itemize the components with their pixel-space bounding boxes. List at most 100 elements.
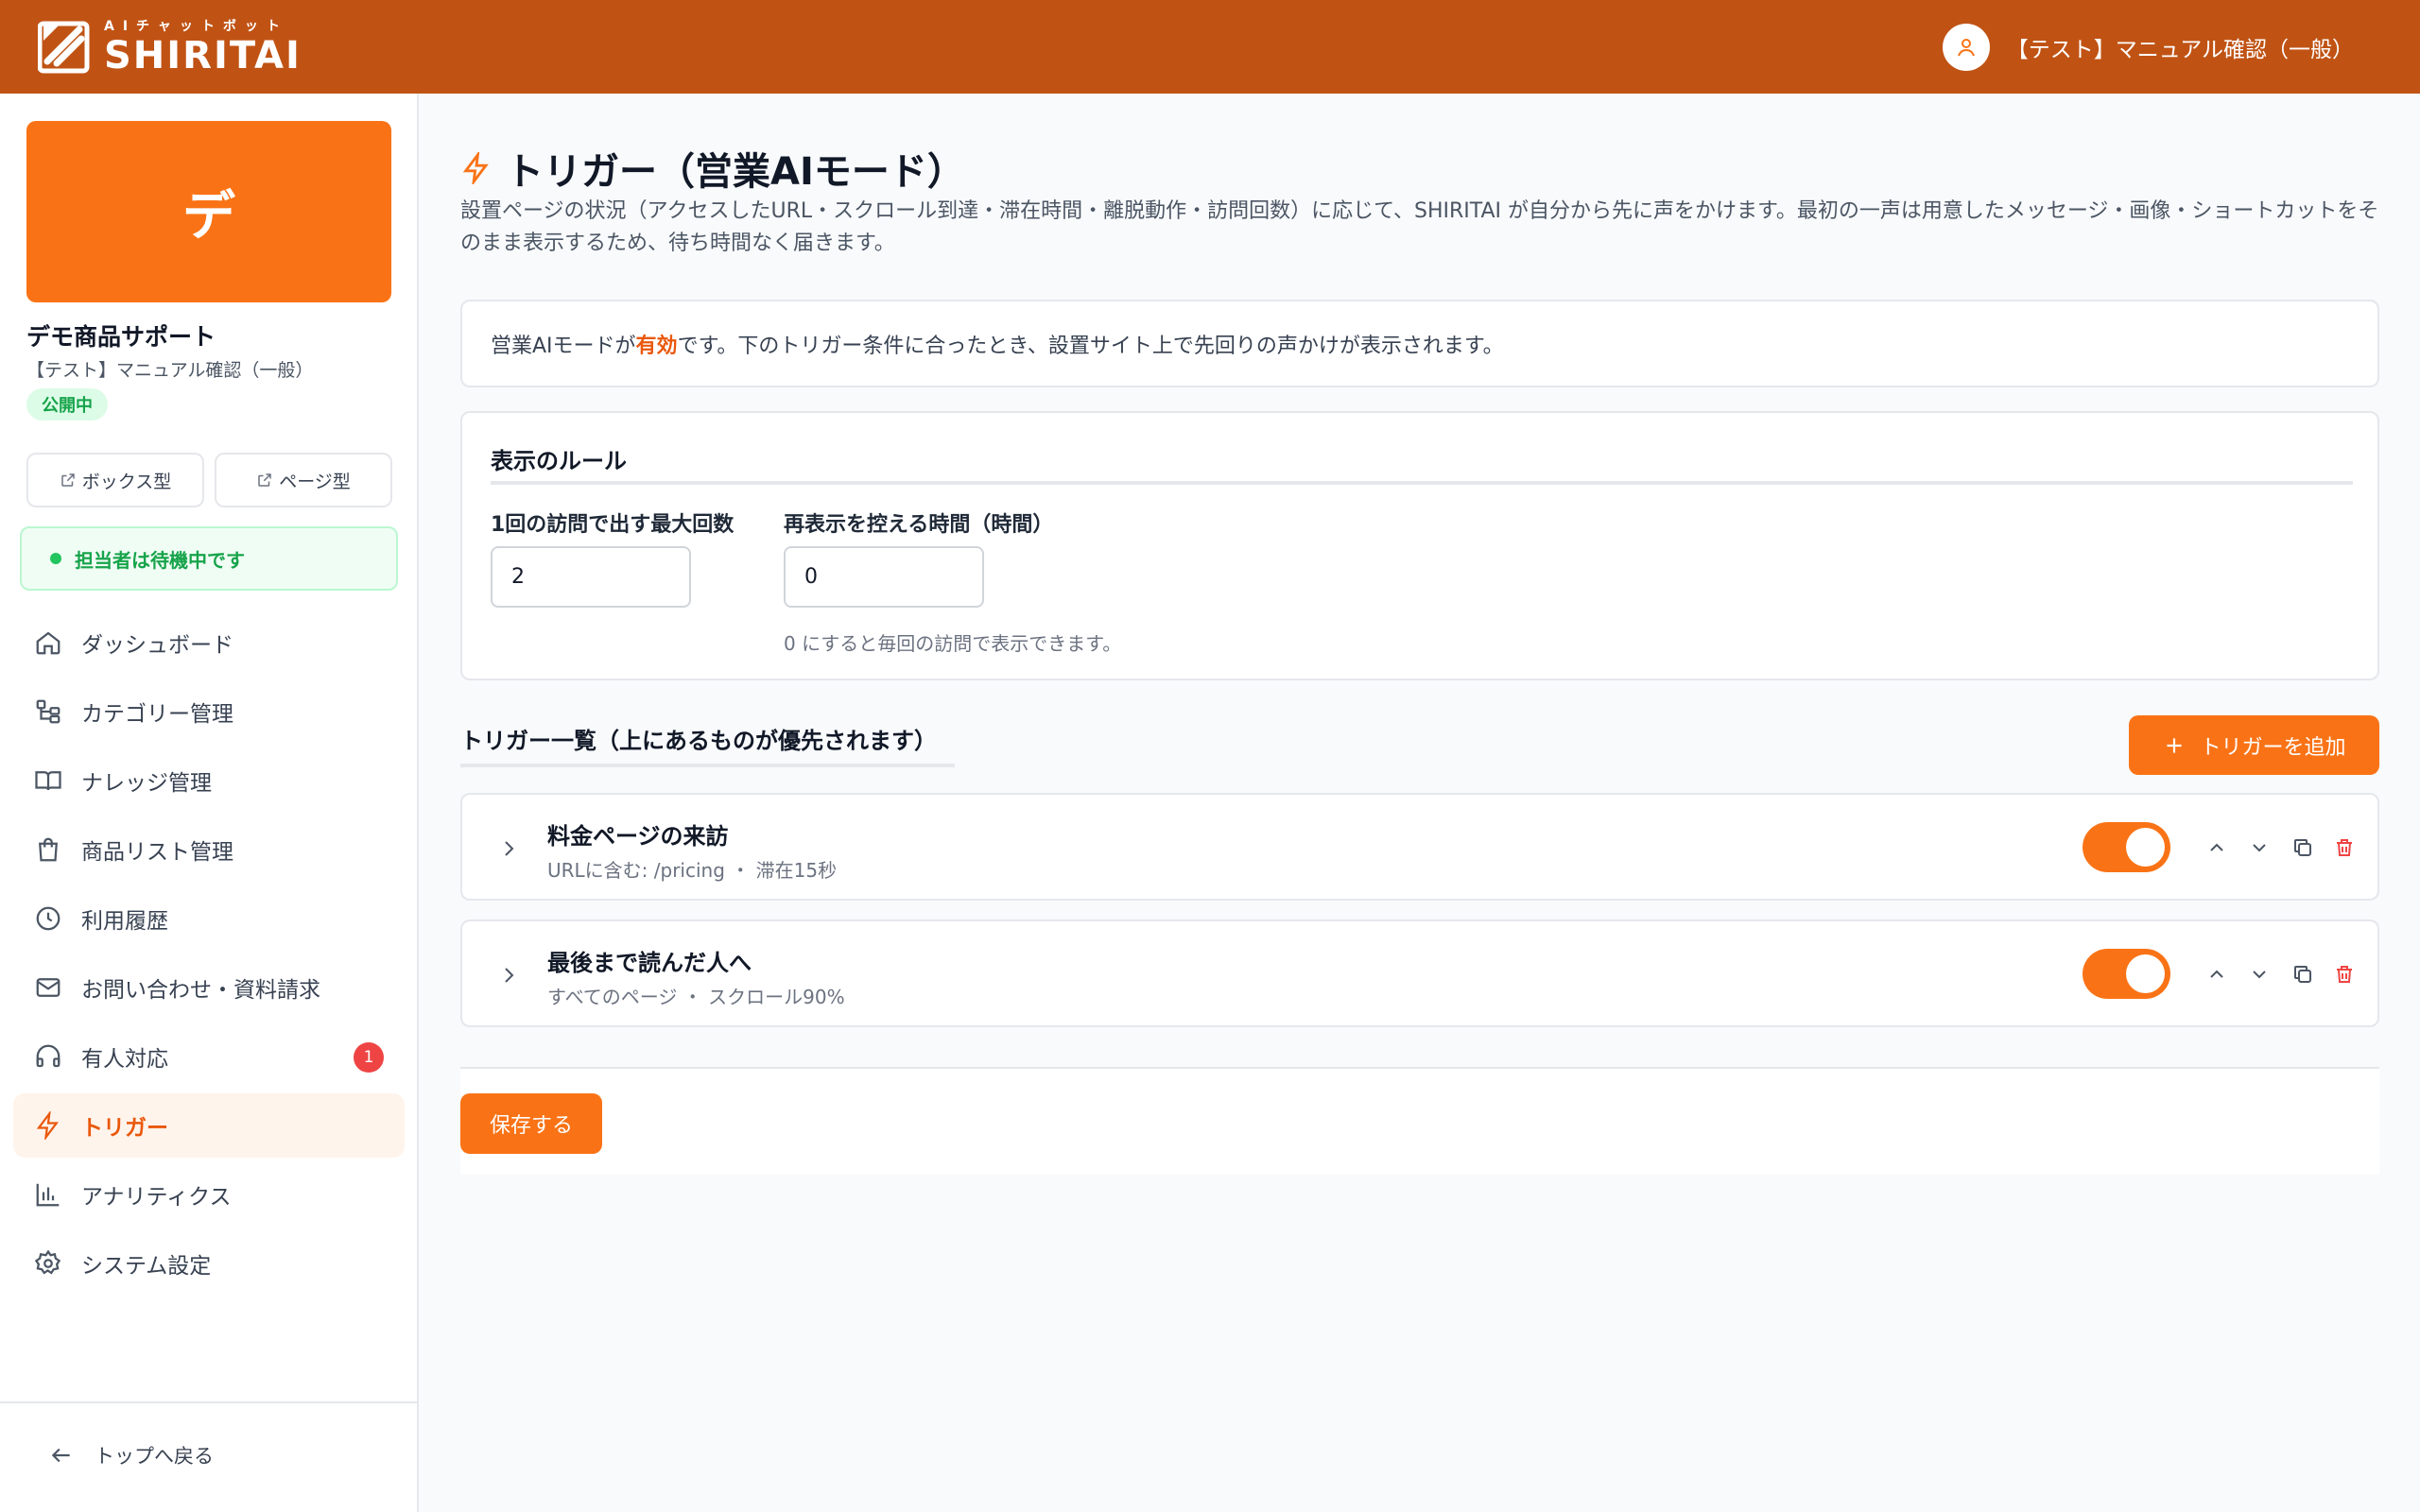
user-name: 【テスト】マニュアル確認（一般）	[2006, 37, 2354, 62]
trigger-enabled-toggle[interactable]	[2083, 949, 2170, 999]
logo-subtitle: AIチャットボット	[104, 18, 288, 34]
mail-icon	[36, 978, 60, 997]
delete-button[interactable]	[2329, 959, 2360, 989]
sidebar-item-knowledge[interactable]: ナレッジ管理	[13, 748, 405, 813]
chevron-down-icon	[2253, 844, 2266, 852]
trigger-conditions: URLに含む: /pricing ・ 滞在15秒	[547, 859, 838, 882]
sidebar-item-live-support[interactable]: 有人対応 1	[13, 1024, 405, 1089]
trash-icon	[2337, 966, 2352, 983]
arrow-left-icon	[51, 1448, 70, 1463]
rules-title: 表示のルール	[491, 448, 627, 474]
trigger-conditions: すべてのページ ・ スクロール90%	[547, 986, 845, 1008]
sidebar-item-triggers[interactable]: トリガー	[13, 1093, 405, 1158]
page-view-label: ページ型	[279, 471, 351, 492]
sidebar-item-history[interactable]: 利用履歴	[13, 886, 405, 951]
bar-chart-icon	[36, 1183, 60, 1207]
page-description: 設置ページの状況（アクセスしたURL・スクロール到達・滞在時間・離脱動作・訪問回…	[460, 199, 2379, 255]
copy-icon	[2294, 839, 2311, 856]
agent-status: 担当者は待機中です	[20, 526, 398, 591]
trash-icon	[2337, 839, 2352, 856]
sidebar-item-label: 利用履歴	[81, 909, 168, 934]
notice-prefix: 営業AIモードが	[491, 334, 636, 358]
box-view-label: ボックス型	[81, 471, 172, 492]
chevron-up-icon	[2210, 843, 2223, 851]
sidebar: デ デモ商品サポート 【テスト】マニュアル確認（一般） 公開中 ボックス型 ペー…	[0, 94, 419, 1512]
rules-divider	[491, 481, 2353, 485]
online-dot-icon	[50, 553, 61, 564]
mode-notice: 営業AIモードが 有効 です。下のトリガー条件に合ったとき、設置サイト上で先回りの声…	[460, 300, 2379, 387]
sidebar-item-settings[interactable]: システム設定	[13, 1231, 405, 1296]
project-subtitle: 【テスト】マニュアル確認（一般）	[26, 360, 314, 381]
toggle-knob	[2126, 828, 2165, 867]
max-per-visit-label: 1回の訪問で出す最大回数	[491, 513, 735, 537]
sidebar-footer: トップへ戻る	[0, 1401, 417, 1512]
sidebar-item-inquiries[interactable]: お問い合わせ・資料請求	[13, 955, 405, 1020]
back-to-top-link[interactable]: トップへ戻る	[49, 1441, 214, 1469]
sidebar-item-products[interactable]: 商品リスト管理	[13, 817, 405, 882]
sidebar-item-label: 商品リスト管理	[81, 840, 233, 865]
trigger-enabled-toggle[interactable]	[2083, 822, 2170, 872]
sidebar-nav: ダッシュボード カテゴリー管理 ナレッジ管理 商品リスト管理 利用履歴 お問い合…	[13, 610, 405, 1300]
sidebar-item-analytics[interactable]: アナリティクス	[13, 1162, 405, 1227]
chevron-up-icon	[2210, 970, 2223, 978]
category-tree-icon	[36, 699, 60, 724]
save-button[interactable]: 保存する	[460, 1093, 602, 1154]
cooldown-input[interactable]	[784, 546, 984, 608]
cooldown-label: 再表示を控える時間（時間）	[784, 513, 1054, 537]
home-icon	[36, 631, 60, 655]
status-badge: 公開中	[26, 388, 108, 421]
expand-button[interactable]	[494, 961, 523, 989]
logo-title: SHIRITAI	[104, 33, 302, 77]
lightning-icon	[36, 1111, 59, 1140]
app-logo[interactable]: AIチャットボット SHIRITAI	[37, 18, 302, 77]
trigger-row: 最後まで読んだ人へ すべてのページ ・ スクロール90%	[460, 919, 2379, 1027]
sidebar-item-label: 有人対応	[81, 1047, 168, 1072]
delete-button[interactable]	[2329, 833, 2360, 863]
sidebar-item-label: システム設定	[81, 1254, 212, 1279]
clock-icon	[36, 906, 60, 931]
sidebar-item-label: アナリティクス	[81, 1185, 232, 1210]
sidebar-item-categories[interactable]: カテゴリー管理	[13, 679, 405, 744]
trigger-row: 料金ページの来訪 URLに含む: /pricing ・ 滞在15秒	[460, 793, 2379, 901]
copy-icon	[2294, 966, 2311, 983]
max-per-visit-input[interactable]	[491, 546, 691, 608]
user-menu[interactable]: 【テスト】マニュアル確認（一般）	[1942, 23, 2382, 71]
notice-status: 有効	[635, 334, 678, 358]
box-view-button[interactable]: ボックス型	[26, 453, 204, 507]
top-bar: AIチャットボット SHIRITAI 【テスト】マニュアル確認（一般）	[0, 0, 2420, 94]
sidebar-item-label: ダッシュボード	[81, 633, 233, 658]
chevron-right-icon	[505, 841, 514, 856]
display-rules-card: 表示のルール 1回の訪問で出す最大回数 再表示を控える時間（時間） 0 にすると…	[460, 411, 2379, 680]
move-down-button[interactable]	[2244, 959, 2274, 989]
lightning-icon	[462, 152, 489, 184]
sidebar-item-label: カテゴリー管理	[81, 702, 233, 727]
chevron-down-icon	[2253, 971, 2266, 979]
move-up-button[interactable]	[2202, 959, 2232, 989]
plus-icon	[2167, 737, 2183, 753]
trigger-name: 料金ページの来訪	[547, 823, 729, 850]
project-name: デモ商品サポート	[26, 323, 216, 351]
duplicate-button[interactable]	[2288, 833, 2318, 863]
move-down-button[interactable]	[2244, 833, 2274, 863]
page-title-text: トリガー（営業AIモード）	[506, 150, 965, 194]
add-trigger-label: トリガーを追加	[2200, 735, 2346, 760]
move-up-button[interactable]	[2202, 833, 2232, 863]
notification-badge: 1	[354, 1042, 384, 1073]
back-label: トップへ戻る	[95, 1445, 214, 1468]
headphones-icon	[36, 1044, 60, 1068]
toggle-knob	[2126, 954, 2165, 993]
sidebar-item-label: トリガー	[81, 1116, 168, 1141]
external-link-icon	[258, 473, 271, 487]
external-link-icon	[61, 473, 75, 487]
page-view-button[interactable]: ページ型	[215, 453, 392, 507]
add-trigger-button[interactable]: トリガーを追加	[2129, 715, 2379, 775]
project-avatar: デ	[26, 121, 391, 302]
shopping-bag-icon	[39, 837, 58, 862]
save-panel: 保存する	[460, 1069, 2379, 1175]
gear-icon	[34, 1249, 61, 1275]
sidebar-item-dashboard[interactable]: ダッシュボード	[13, 610, 405, 675]
expand-button[interactable]	[494, 834, 523, 863]
user-icon	[1942, 23, 1990, 71]
trigger-list-underline	[460, 764, 955, 767]
duplicate-button[interactable]	[2288, 959, 2318, 989]
